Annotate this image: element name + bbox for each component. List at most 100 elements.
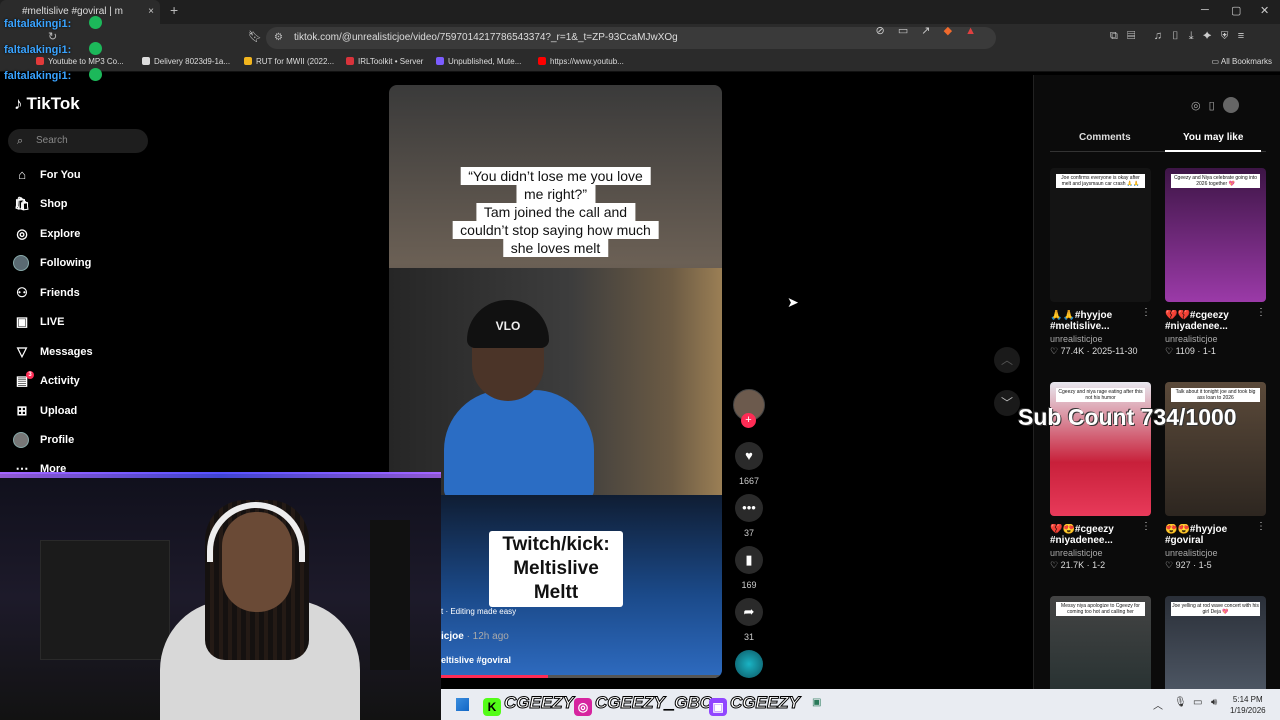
- instagram-icon: ◎: [574, 698, 592, 716]
- card-user[interactable]: unrealisticjoe: [1165, 548, 1266, 558]
- sidebar-toggle-icon[interactable]: ▤: [1127, 30, 1135, 42]
- maximize-icon[interactable]: ▢: [1231, 4, 1241, 17]
- panel-icon[interactable]: ▯: [1171, 30, 1179, 42]
- compass-small-icon[interactable]: ◎: [1191, 100, 1201, 112]
- download-icon[interactable]: ⤓: [1189, 30, 1194, 42]
- card-user[interactable]: unrealisticjoe: [1050, 334, 1151, 344]
- suggested-video-card[interactable]: Cgeezy and Niya celebrate going into 202…: [1165, 168, 1266, 357]
- like-button[interactable]: ♥ 1667: [735, 442, 763, 486]
- menu-icon[interactable]: ≡: [1238, 30, 1244, 42]
- card-user[interactable]: unrealisticjoe: [1050, 548, 1151, 558]
- video-thumbnail: Cgeezy and niya rage eating after this n…: [1050, 382, 1151, 516]
- video-person-body: [444, 390, 594, 500]
- video-thumbnail: Joe yelling at rod wave concert with his…: [1165, 596, 1266, 689]
- sidebar-item-activity[interactable]: ▤ 3 Activity: [12, 370, 80, 392]
- tab-comments[interactable]: Comments: [1079, 132, 1131, 143]
- sidebar-item-for-you[interactable]: ⌂ For You: [12, 164, 80, 186]
- rewards-icon[interactable]: ▲: [965, 25, 976, 37]
- brave-shield-icon[interactable]: ◆: [944, 25, 952, 37]
- suggested-video-card[interactable]: Joe yelling at rod wave concert with his…: [1165, 596, 1266, 689]
- address-toolbar: ↻ 🔖︎ ⚙ tiktok.com/@unrealisticjoe/video/…: [0, 24, 1280, 52]
- sidebar-item-live[interactable]: ▣ LIVE: [12, 311, 65, 333]
- mouse-cursor-icon: ➤: [787, 294, 799, 310]
- bookmark-item[interactable]: IRLToolkit • Server: [346, 57, 423, 66]
- sidebar-item-upload[interactable]: ⊞ Upload: [12, 400, 78, 422]
- close-tab-icon[interactable]: ×: [148, 0, 154, 24]
- thumbnail-caption: Cgeezy and niya rage eating after this n…: [1056, 388, 1145, 402]
- new-tab-icon[interactable]: +: [170, 2, 178, 18]
- previous-video-arrow-icon[interactable]: ︿: [994, 347, 1020, 373]
- save-button[interactable]: ▮ 169: [735, 546, 763, 590]
- folder-icon: ▭: [1211, 57, 1221, 66]
- site-info-icon[interactable]: ⚙: [274, 27, 283, 49]
- share-arrow-icon: ➦: [735, 598, 763, 626]
- heart-icon: ♥: [735, 442, 763, 470]
- suggested-video-card[interactable]: Joe confirms everyone is okay after melt…: [1050, 168, 1151, 357]
- bookmark-item[interactable]: RUT for MWII (2022...: [244, 57, 334, 66]
- extensions-icon[interactable]: ⧉: [1110, 30, 1118, 42]
- led-strip: [0, 472, 441, 478]
- sidebar-item-following[interactable]: Following: [12, 252, 91, 274]
- vpn-icon[interactable]: ⛨: [1221, 30, 1229, 42]
- more-options-icon[interactable]: ⋮: [1256, 307, 1266, 318]
- card-user[interactable]: unrealisticjoe: [1165, 334, 1266, 344]
- user-avatar[interactable]: [1222, 97, 1239, 113]
- shop-icon: 🛍︎: [13, 196, 31, 211]
- more-options-icon[interactable]: ⋮: [1256, 521, 1266, 532]
- tiktok-logo[interactable]: ♪ TikTok: [14, 94, 80, 114]
- device-icon[interactable]: ▯: [1209, 100, 1215, 112]
- search-input[interactable]: ⌕ Search: [8, 129, 148, 153]
- tab-you-may-like[interactable]: You may like: [1183, 132, 1243, 143]
- sidebar-item-messages[interactable]: ▽ Messages: [12, 341, 93, 363]
- sidebar-item-more[interactable]: ⋯ More: [12, 458, 67, 472]
- sidebar-item-profile[interactable]: Profile: [12, 429, 74, 451]
- video-caption-line: she loves melt: [502, 239, 609, 257]
- video-progress-bar[interactable]: [441, 675, 722, 678]
- more-options-icon[interactable]: ⋮: [1141, 521, 1151, 532]
- more-options-icon[interactable]: ⋮: [1141, 307, 1151, 318]
- minimize-icon[interactable]: ─: [1201, 4, 1209, 16]
- sidebar-item-friends[interactable]: ⚇ Friends: [12, 282, 80, 304]
- all-bookmarks-button[interactable]: ▭ All Bookmarks: [1212, 57, 1272, 66]
- video-hashtags[interactable]: eltislive #goviral: [441, 655, 511, 665]
- share-button[interactable]: ➦ 31: [735, 598, 763, 642]
- bot-icon: [89, 68, 103, 81]
- omnibox-actions: ⊘ ▭ ↗ ◆ ▲: [866, 24, 976, 37]
- dots-icon: ⋯: [15, 461, 29, 472]
- windows-start-icon[interactable]: [456, 698, 469, 711]
- network-icon[interactable]: ▭: [1193, 697, 1202, 708]
- next-video-arrow-icon[interactable]: ﹀: [994, 390, 1020, 416]
- comment-button[interactable]: ••• 37: [735, 494, 763, 538]
- follow-plus-icon[interactable]: +: [741, 413, 756, 428]
- delivery-icon: [142, 57, 150, 65]
- tray-chevron-icon[interactable]: ︿: [1153, 697, 1163, 712]
- volume-icon[interactable]: 🔊︎: [1211, 697, 1217, 708]
- pip-icon[interactable]: ▭: [898, 25, 908, 37]
- music-icon[interactable]: ♫: [1154, 30, 1162, 42]
- taskbar-clock[interactable]: 5:14 PM 1/19/2026: [1230, 694, 1266, 716]
- music-disc-icon[interactable]: [735, 650, 763, 678]
- suggested-video-card[interactable]: Messy niya apologize to Cgeezy for comin…: [1050, 596, 1151, 689]
- video-progress-fill: [441, 675, 548, 678]
- bookmark-item[interactable]: Youtube to MP3 Co...: [36, 57, 124, 66]
- sidebar-item-shop[interactable]: 🛍︎ Shop: [12, 193, 68, 215]
- close-window-icon[interactable]: ✕: [1260, 4, 1269, 17]
- webcam-mic-arm: [370, 520, 410, 670]
- bookmark-item[interactable]: https://www.youtub...: [538, 57, 624, 66]
- card-stats: ♡ 21.7K · 1-2: [1050, 560, 1106, 570]
- bookmark-item[interactable]: Unpublished, Mute...: [436, 57, 521, 66]
- friends-icon: ⚇: [16, 285, 28, 300]
- terminal-taskbar-icon[interactable]: ▣: [812, 697, 821, 708]
- thumbnail-caption: Messy niya apologize to Cgeezy for comin…: [1056, 602, 1145, 616]
- card-title: 🙏🙏#hyyjoe: [1050, 310, 1113, 321]
- microphone-icon[interactable]: 🎙︎: [1174, 697, 1187, 708]
- tiktok-note-icon: ♪: [14, 94, 23, 113]
- sidebar-item-explore[interactable]: ◎ Explore: [12, 223, 80, 245]
- ai-icon[interactable]: ✦: [1203, 30, 1212, 42]
- share-icon[interactable]: ↗: [921, 25, 930, 37]
- bookmark-item[interactable]: Delivery 8023d9-1a...: [142, 57, 230, 66]
- drive-icon: [244, 57, 252, 65]
- no-video-icon[interactable]: ⊘: [876, 25, 885, 37]
- video-author[interactable]: icjoe · 12h ago: [441, 631, 509, 642]
- bookmark-icon[interactable]: 🔖︎: [248, 30, 262, 43]
